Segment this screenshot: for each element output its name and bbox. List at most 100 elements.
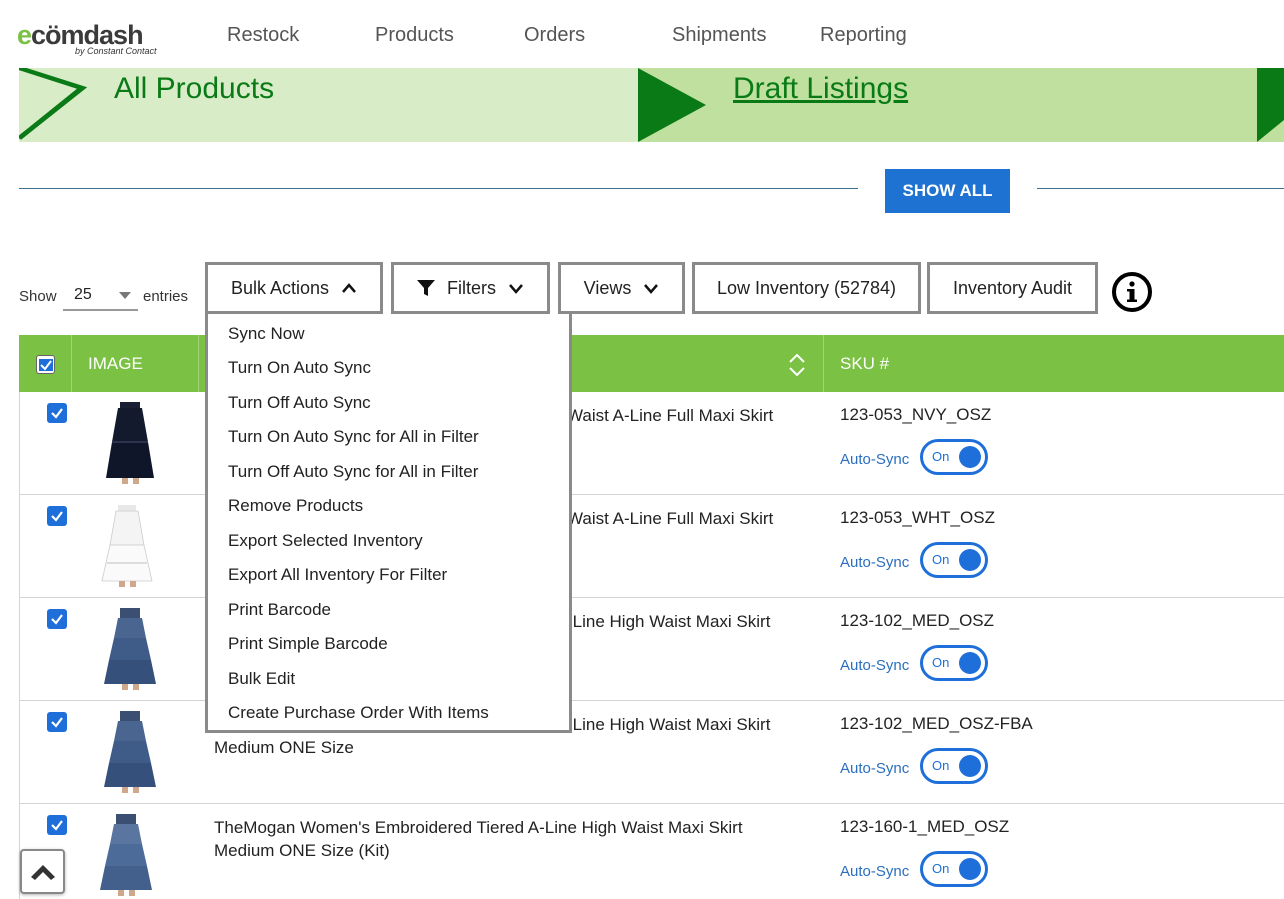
check-icon: [38, 358, 53, 371]
sku-value: 123-160-1_MED_OSZ: [840, 817, 1010, 836]
nav-reporting[interactable]: Reporting: [820, 24, 907, 47]
toggle-on-label: On: [932, 449, 950, 464]
autosync-label: Auto-Sync: [840, 760, 910, 777]
draft-listings-link[interactable]: Draft Listings: [733, 72, 908, 106]
nav-orders[interactable]: Orders: [524, 24, 585, 47]
autosync-toggle[interactable]: On: [920, 851, 988, 887]
nav-shipments[interactable]: Shipments: [672, 24, 767, 47]
sort-icon[interactable]: [787, 352, 807, 378]
toggle-knob: [959, 446, 981, 468]
banner-right-section: [638, 68, 1257, 142]
banner-chevron-solid: [638, 68, 706, 142]
chevron-up-icon: [30, 864, 55, 880]
nav-products[interactable]: Products: [375, 24, 454, 47]
denim-skirt-image: [104, 608, 156, 690]
views-label: Views: [583, 277, 632, 298]
toggle-knob: [959, 755, 981, 777]
toggle-knob: [959, 858, 981, 880]
check-icon: [51, 408, 63, 419]
caret-down-icon: [119, 292, 131, 299]
denim-skirt-image: [104, 711, 156, 793]
toggle-knob: [959, 652, 981, 674]
chevron-down-icon: [644, 284, 659, 294]
entries-select[interactable]: 25: [63, 283, 138, 311]
sku-value: 123-053_NVY_OSZ: [840, 405, 992, 424]
toggle-on-label: On: [932, 655, 950, 670]
header-image-label: IMAGE: [88, 354, 143, 373]
filters-button[interactable]: Filters: [391, 262, 550, 314]
denim-skirt-image: [100, 814, 152, 896]
row-checkbox[interactable]: [47, 609, 67, 629]
entries-value: 25: [74, 286, 92, 303]
row-checkbox[interactable]: [47, 815, 67, 835]
divider-right: [1037, 188, 1284, 189]
menu-create-purchase-order[interactable]: Create Purchase Order With Items: [228, 703, 489, 723]
autosync-label: Auto-Sync: [840, 554, 910, 571]
scroll-to-top-button[interactable]: [20, 849, 65, 894]
top-nav: ecömdash by Constant Contact Restock Pro…: [0, 0, 1284, 68]
menu-print-barcode[interactable]: Print Barcode: [228, 600, 331, 620]
low-inventory-button[interactable]: Low Inventory (52784): [692, 262, 921, 314]
sku-value: 123-053_WHT_OSZ: [840, 508, 995, 527]
toggle-on-label: On: [932, 758, 950, 773]
select-all-checkbox[interactable]: [36, 355, 55, 374]
menu-bulk-edit[interactable]: Bulk Edit: [228, 669, 295, 689]
row-checkbox[interactable]: [47, 712, 67, 732]
product-name-line2[interactable]: Medium ONE Size: [214, 736, 814, 759]
autosync-toggle[interactable]: On: [920, 439, 988, 475]
toggle-on-label: On: [932, 861, 950, 876]
info-icon[interactable]: [1112, 272, 1152, 312]
check-icon: [51, 820, 63, 831]
white-skirt-image: [101, 505, 153, 587]
ecomdash-logo[interactable]: ecömdash by Constant Contact: [17, 20, 167, 60]
chevron-down-icon: [509, 284, 523, 294]
low-inventory-label: Low Inventory (52784): [716, 277, 897, 298]
toggle-on-label: On: [932, 552, 950, 567]
menu-turn-off-auto-sync-filter[interactable]: Turn Off Auto Sync for All in Filter: [228, 462, 478, 482]
header-sku[interactable]: SKU #: [840, 354, 889, 374]
logo-tagline: by Constant Contact: [75, 46, 157, 56]
all-products-title[interactable]: All Products: [114, 72, 274, 106]
show-all-button[interactable]: SHOW ALL: [885, 169, 1010, 213]
autosync-toggle[interactable]: On: [920, 645, 988, 681]
entries-label: entries: [143, 288, 189, 305]
check-icon: [51, 511, 63, 522]
banner-tip-chevron: [1257, 120, 1284, 142]
header-image: IMAGE: [72, 335, 199, 392]
bulk-actions-button[interactable]: Bulk Actions: [205, 262, 383, 314]
row-checkbox[interactable]: [47, 506, 67, 526]
autosync-label: Auto-Sync: [840, 657, 910, 674]
autosync-toggle[interactable]: On: [920, 542, 988, 578]
chevron-up-icon: [342, 283, 356, 293]
autosync-label: Auto-Sync: [840, 451, 910, 468]
select-all-cell: [19, 335, 72, 392]
bulk-actions-menu: Sync Now Turn On Auto Sync Turn Off Auto…: [205, 314, 572, 733]
menu-turn-on-auto-sync[interactable]: Turn On Auto Sync: [228, 358, 371, 378]
menu-turn-on-auto-sync-filter[interactable]: Turn On Auto Sync for All in Filter: [228, 427, 479, 447]
menu-print-simple-barcode[interactable]: Print Simple Barcode: [228, 634, 388, 654]
inventory-audit-button[interactable]: Inventory Audit: [927, 262, 1098, 314]
views-button[interactable]: Views: [558, 262, 685, 314]
menu-remove-products[interactable]: Remove Products: [228, 496, 363, 516]
banner-chevron-outline: [19, 68, 88, 140]
check-icon: [51, 614, 63, 625]
filters-label: Filters: [447, 277, 496, 298]
info-glyph: [1127, 281, 1137, 302]
show-label: Show: [19, 288, 57, 305]
menu-export-all[interactable]: Export All Inventory For Filter: [228, 565, 447, 585]
autosync-toggle[interactable]: On: [920, 748, 988, 784]
sku-value: 123-102_MED_OSZ-FBA: [840, 714, 1033, 733]
check-icon: [51, 717, 63, 728]
navy-skirt-image: [106, 402, 154, 484]
menu-export-selected[interactable]: Export Selected Inventory: [228, 531, 423, 551]
divider-left: [19, 188, 858, 189]
sku-value: 123-102_MED_OSZ: [840, 611, 995, 630]
inventory-audit-label: Inventory Audit: [952, 277, 1073, 298]
nav-restock[interactable]: Restock: [227, 24, 299, 47]
menu-sync-now[interactable]: Sync Now: [228, 324, 305, 344]
header-divider: [823, 335, 824, 392]
row-checkbox[interactable]: [47, 403, 67, 423]
product-name-line2[interactable]: Medium ONE Size (Kit): [214, 839, 814, 862]
product-name[interactable]: TheMogan Women's Embroidered Tiered A-Li…: [214, 816, 814, 839]
menu-turn-off-auto-sync[interactable]: Turn Off Auto Sync: [228, 393, 371, 413]
